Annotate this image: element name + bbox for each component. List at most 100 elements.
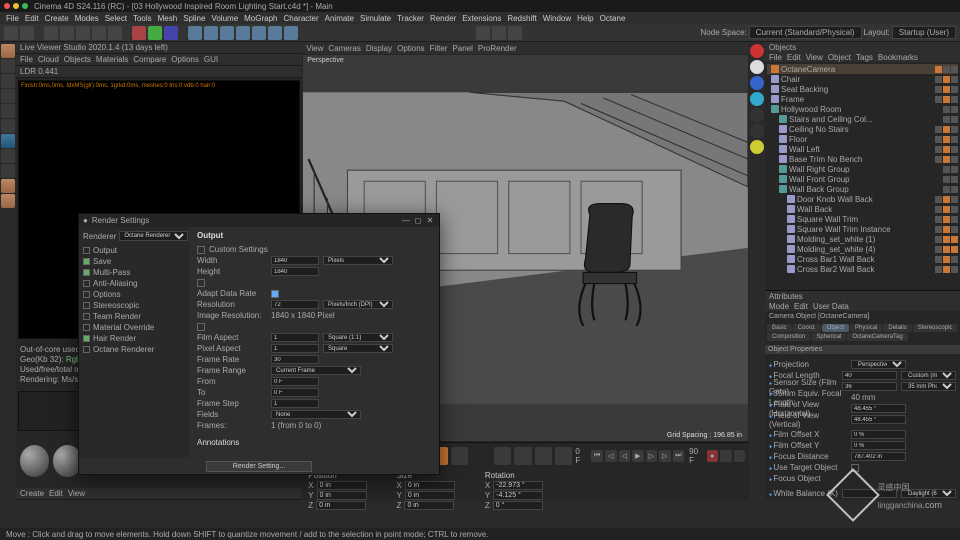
octane-tex-icon[interactable] bbox=[750, 92, 764, 106]
octane-cam-icon[interactable] bbox=[750, 124, 764, 138]
menu-tracker[interactable]: Tracker bbox=[397, 14, 424, 23]
rs-cat-octane-renderer[interactable]: Octane Renderer bbox=[83, 344, 185, 355]
menu-cameras[interactable]: Cameras bbox=[328, 44, 360, 53]
tree-item[interactable]: Hollywood Room bbox=[767, 104, 958, 114]
mode-axis-icon[interactable] bbox=[1, 149, 15, 163]
layout-value[interactable]: Startup (User) bbox=[892, 26, 956, 39]
octane-node-icon[interactable] bbox=[750, 76, 764, 90]
tree-item[interactable]: Base Trim No Bench bbox=[767, 154, 958, 164]
tab-details[interactable]: Details bbox=[883, 324, 911, 332]
tool-cube-icon[interactable] bbox=[188, 26, 202, 40]
tool-camera-icon[interactable] bbox=[268, 26, 282, 40]
tool-move[interactable] bbox=[76, 26, 90, 40]
menu-spline[interactable]: Spline bbox=[183, 14, 205, 23]
record-button[interactable]: ● bbox=[707, 450, 719, 462]
menu-edit[interactable]: Edit bbox=[49, 489, 63, 498]
prev-key-button[interactable]: ◁ bbox=[605, 450, 617, 462]
rs-cat-output[interactable]: Output bbox=[83, 245, 185, 256]
mode-object-icon[interactable] bbox=[1, 59, 15, 73]
menu-view[interactable]: View bbox=[68, 489, 85, 498]
tree-item[interactable]: Chair bbox=[767, 74, 958, 84]
tree-item[interactable]: Ceiling No Stairs bbox=[767, 124, 958, 134]
tool-pv-icon[interactable] bbox=[492, 26, 506, 40]
mode-edge-icon[interactable] bbox=[1, 74, 15, 88]
tree-item[interactable]: Molding_set_white (4) bbox=[767, 244, 958, 254]
menu-materials[interactable]: Materials bbox=[96, 55, 128, 64]
menu-prorender[interactable]: ProRender bbox=[478, 44, 517, 53]
tool-y[interactable] bbox=[148, 26, 162, 40]
rs-cat-stereoscopic[interactable]: Stereoscopic bbox=[83, 300, 185, 311]
menu-simulate[interactable]: Simulate bbox=[360, 14, 391, 23]
menu-file[interactable]: File bbox=[20, 55, 33, 64]
tab-stereoscopic[interactable]: Stereoscopic bbox=[913, 324, 958, 332]
tree-item[interactable]: Frame bbox=[767, 94, 958, 104]
menu-object[interactable]: Object bbox=[828, 53, 851, 62]
menu-mograph[interactable]: MoGraph bbox=[244, 14, 277, 23]
menu-user data[interactable]: User Data bbox=[813, 302, 849, 311]
menu-create[interactable]: Create bbox=[20, 489, 44, 498]
tool-undo[interactable] bbox=[4, 26, 18, 40]
menu-redshift[interactable]: Redshift bbox=[507, 14, 536, 23]
menu-character[interactable]: Character bbox=[284, 14, 319, 23]
asset-icon[interactable] bbox=[494, 447, 511, 465]
tree-item[interactable]: OctaneCamera bbox=[767, 64, 958, 74]
renderer-select[interactable]: Octane Renderer bbox=[119, 231, 188, 241]
mode-anim-icon[interactable] bbox=[1, 164, 15, 178]
mode-poly-icon[interactable] bbox=[1, 89, 15, 103]
tab-octanecameratag[interactable]: OctaneCameraTag bbox=[847, 333, 907, 341]
prev-frame-button[interactable]: ◁ bbox=[619, 450, 631, 462]
mode-uv-icon[interactable] bbox=[1, 119, 15, 133]
menu-bookmarks[interactable]: Bookmarks bbox=[878, 53, 918, 62]
mode-model-icon[interactable] bbox=[1, 44, 15, 58]
mode-snap-icon[interactable] bbox=[1, 179, 15, 193]
menu-objects[interactable]: Objects bbox=[64, 55, 91, 64]
tool-rotate[interactable] bbox=[108, 26, 122, 40]
tab-object[interactable]: Object bbox=[822, 324, 849, 332]
octane-env-icon[interactable] bbox=[750, 108, 764, 122]
tree-item[interactable]: Molding_set_white (1) bbox=[767, 234, 958, 244]
octane-settings-icon[interactable] bbox=[750, 60, 764, 74]
goto-start-button[interactable]: ⏮ bbox=[591, 450, 603, 462]
menu-octane[interactable]: Octane bbox=[600, 14, 626, 23]
mode-work-icon[interactable] bbox=[1, 194, 15, 208]
menu-tags[interactable]: Tags bbox=[856, 53, 873, 62]
menu-tools[interactable]: Tools bbox=[133, 14, 152, 23]
menu-gui[interactable]: GUI bbox=[204, 55, 218, 64]
tool-scale[interactable] bbox=[92, 26, 106, 40]
tree-item[interactable]: Wall Left bbox=[767, 144, 958, 154]
menu-file[interactable]: File bbox=[6, 14, 19, 23]
octane-light-icon[interactable] bbox=[750, 140, 764, 154]
tab-basic[interactable]: Basic bbox=[767, 324, 792, 332]
tool-render-icon[interactable] bbox=[476, 26, 490, 40]
menu-options[interactable]: Options bbox=[397, 44, 425, 53]
asset-icon[interactable] bbox=[451, 447, 468, 465]
rs-cat-options[interactable]: Options bbox=[83, 289, 185, 300]
menu-display[interactable]: Display bbox=[366, 44, 392, 53]
tab-physical[interactable]: Physical bbox=[850, 324, 882, 332]
tool-z[interactable] bbox=[164, 26, 178, 40]
material-preview-1[interactable] bbox=[20, 445, 49, 477]
tree-item[interactable]: Wall Back bbox=[767, 204, 958, 214]
tab-composition[interactable]: Composition bbox=[767, 333, 810, 341]
rs-cat-save[interactable]: Save bbox=[83, 256, 185, 267]
mode-point-icon[interactable] bbox=[1, 104, 15, 118]
asset-icon[interactable] bbox=[555, 447, 572, 465]
menu-render[interactable]: Render bbox=[430, 14, 456, 23]
rs-cat-multi-pass[interactable]: Multi-Pass bbox=[83, 267, 185, 278]
menu-mode[interactable]: Mode bbox=[769, 302, 789, 311]
goto-end-button[interactable]: ⏭ bbox=[673, 450, 685, 462]
menu-cloud[interactable]: Cloud bbox=[38, 55, 59, 64]
tree-item[interactable]: Cross Bar2 Wall Back bbox=[767, 264, 958, 274]
minimize-button[interactable]: — bbox=[401, 216, 411, 226]
tool-deformer-icon[interactable] bbox=[236, 26, 250, 40]
tool-axis[interactable] bbox=[60, 26, 74, 40]
play-button[interactable]: ▶ bbox=[632, 450, 644, 462]
tree-item[interactable]: Cross Bar1 Wall Back bbox=[767, 254, 958, 264]
menu-view[interactable]: View bbox=[306, 44, 323, 53]
tree-item[interactable]: Floor bbox=[767, 134, 958, 144]
autokey-button[interactable] bbox=[720, 450, 732, 462]
menu-edit[interactable]: Edit bbox=[787, 53, 801, 62]
menu-edit[interactable]: Edit bbox=[794, 302, 808, 311]
render-setting-button[interactable]: Render Setting... bbox=[206, 461, 313, 472]
menu-compare[interactable]: Compare bbox=[133, 55, 166, 64]
